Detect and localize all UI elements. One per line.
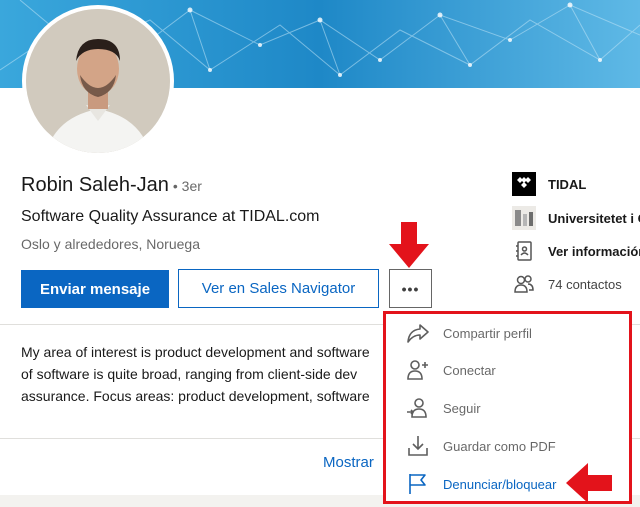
- sales-navigator-button[interactable]: Ver en Sales Navigator: [178, 269, 379, 308]
- connection-degree: • 3er: [172, 178, 202, 194]
- annotation-arrow-left-icon: [566, 463, 612, 507]
- profile-name: Robin Saleh-Jan: [21, 174, 169, 196]
- annotation-arrow-down-icon: [389, 222, 429, 273]
- more-actions-button[interactable]: •••: [389, 269, 432, 308]
- contact-card-icon: [512, 239, 536, 263]
- sidebar-item-connections[interactable]: 74 contactos: [512, 272, 622, 296]
- profile-summary: My area of interest is product developme…: [21, 341, 386, 411]
- sidebar-item-label: 74 contactos: [548, 276, 622, 292]
- sidebar-item-label: Universitetet i O: [548, 210, 640, 226]
- sidebar-item-label: TIDAL: [548, 176, 587, 192]
- sidebar-item-school[interactable]: Universitetet i O: [512, 206, 640, 230]
- university-logo-icon: [512, 206, 536, 230]
- more-dots-icon: •••: [401, 280, 420, 297]
- summary-line: My area of interest is product developme…: [21, 344, 370, 360]
- send-message-button[interactable]: Enviar mensaje: [21, 270, 169, 308]
- show-more-link[interactable]: Mostrar: [323, 454, 374, 471]
- profile-headline: Software Quality Assurance at TIDAL.com: [21, 208, 320, 225]
- avatar[interactable]: [22, 5, 174, 157]
- tidal-logo-icon: [512, 172, 536, 196]
- profile-location: Oslo y alrededores, Noruega: [21, 236, 200, 252]
- profile-name-row: Robin Saleh-Jan • 3er: [21, 174, 202, 197]
- sidebar-item-contact-info[interactable]: Ver información: [512, 239, 640, 263]
- connections-icon: [512, 272, 536, 296]
- summary-line: assurance. Focus areas: product developm…: [21, 388, 370, 404]
- summary-line: of software is quite broad, ranging from…: [21, 366, 358, 382]
- sidebar-item-label: Ver información: [548, 243, 640, 259]
- sidebar-item-company[interactable]: TIDAL: [512, 172, 586, 196]
